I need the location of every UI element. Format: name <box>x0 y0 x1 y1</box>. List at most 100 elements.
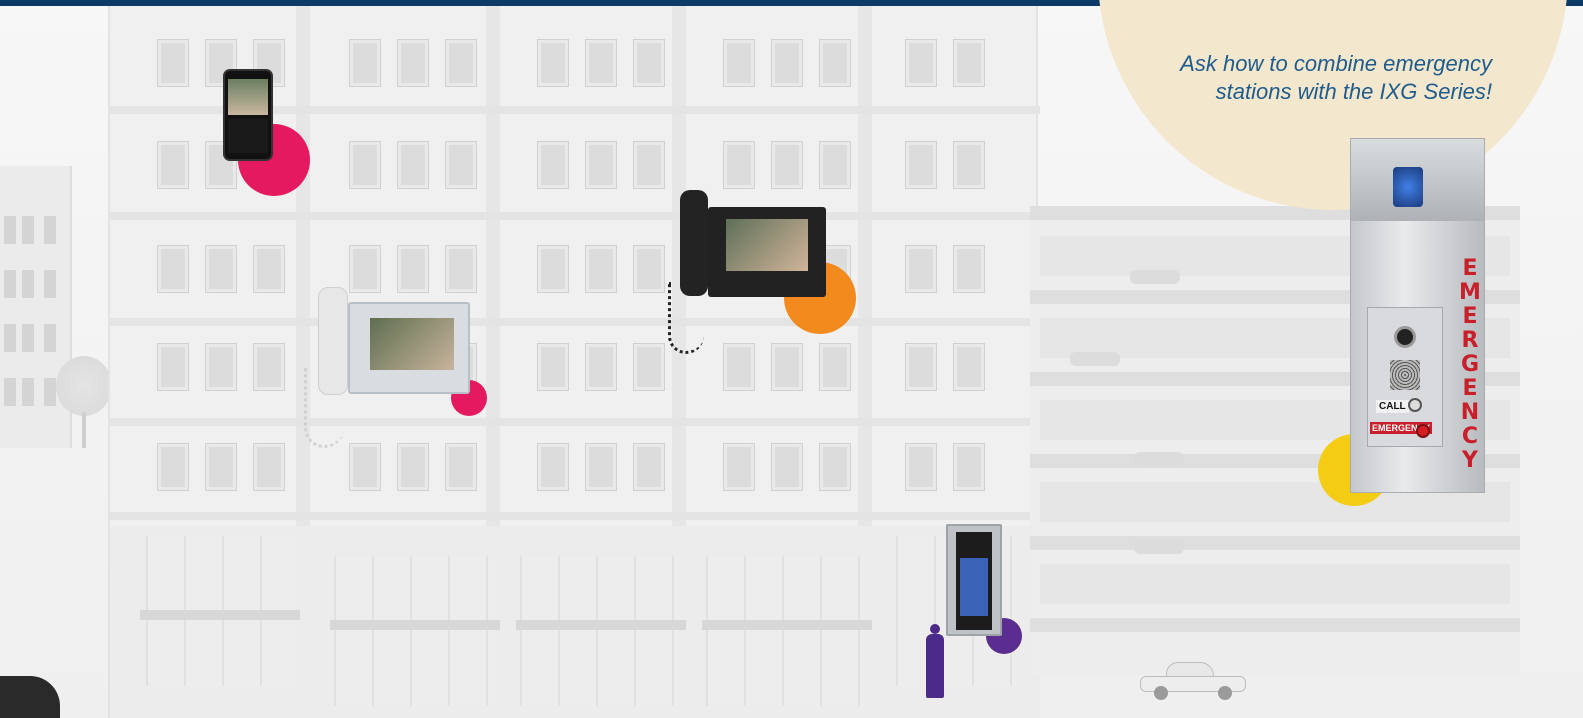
window <box>953 141 985 189</box>
promo-line-2: stations with the IXG Series! <box>1215 79 1492 104</box>
window <box>349 39 381 87</box>
window <box>819 443 851 491</box>
window <box>205 343 237 391</box>
window <box>537 245 569 293</box>
canopy <box>140 610 300 620</box>
phone-screen <box>228 79 268 115</box>
window <box>349 141 381 189</box>
window <box>22 378 34 406</box>
window <box>723 39 755 87</box>
window <box>349 443 381 491</box>
parked-car <box>1130 270 1180 284</box>
person-head <box>930 624 940 634</box>
window <box>537 343 569 391</box>
emergency-vertical-text: EMERGENCY <box>1459 256 1481 473</box>
handset-white <box>318 287 348 395</box>
car-wheel <box>1218 686 1232 700</box>
window <box>953 245 985 293</box>
window <box>771 343 803 391</box>
window <box>953 39 985 87</box>
window <box>585 443 617 491</box>
monitor-screen <box>726 219 808 271</box>
window <box>445 245 477 293</box>
window <box>157 141 189 189</box>
window <box>157 245 189 293</box>
floor-line <box>110 212 1040 220</box>
canopy <box>516 620 686 630</box>
emergency-button[interactable] <box>1416 424 1430 438</box>
window <box>633 245 665 293</box>
storefront <box>706 556 866 706</box>
window <box>819 141 851 189</box>
smartphone-app-icon[interactable] <box>223 69 273 161</box>
garage-opening <box>1040 564 1510 604</box>
tree <box>56 356 112 448</box>
window <box>819 343 851 391</box>
window <box>905 39 937 87</box>
storefront <box>520 556 680 706</box>
parked-car <box>1134 452 1184 466</box>
person-silhouette-icon <box>922 624 948 698</box>
emergency-station-panel: CALL EMERGENCY <box>1367 307 1443 447</box>
window <box>633 343 665 391</box>
window <box>349 245 381 293</box>
window <box>4 216 16 244</box>
garage-deck <box>1030 536 1520 550</box>
call-label: CALL <box>1376 400 1409 413</box>
car-wheel <box>1154 686 1168 700</box>
window <box>905 443 937 491</box>
video-monitor-white-icon[interactable] <box>348 302 470 394</box>
door-station-icon[interactable] <box>946 524 1002 636</box>
window <box>205 245 237 293</box>
window <box>253 343 285 391</box>
window <box>397 443 429 491</box>
window <box>723 141 755 189</box>
speaker-grill <box>1390 360 1420 390</box>
window <box>633 39 665 87</box>
window <box>585 245 617 293</box>
window <box>4 270 16 298</box>
window <box>253 443 285 491</box>
parked-car <box>1070 352 1120 366</box>
window <box>953 443 985 491</box>
window <box>157 443 189 491</box>
emergency-tower-icon[interactable]: CALL EMERGENCY EMERGENCY <box>1350 138 1485 493</box>
window <box>44 324 56 352</box>
car <box>1140 662 1246 700</box>
window <box>205 443 237 491</box>
window <box>445 141 477 189</box>
camera-icon <box>1394 326 1416 348</box>
window <box>585 39 617 87</box>
window <box>633 443 665 491</box>
window <box>905 245 937 293</box>
floor-line <box>110 318 1040 326</box>
window <box>157 343 189 391</box>
video-monitor-black-icon[interactable] <box>708 207 826 297</box>
storefront <box>334 556 494 706</box>
garage-deck <box>1030 618 1520 632</box>
promo-text: Ask how to combine emergency stations wi… <box>1110 50 1492 106</box>
window <box>585 141 617 189</box>
window <box>4 324 16 352</box>
ground-floor <box>110 526 1040 718</box>
window <box>22 270 34 298</box>
tree-trunk <box>82 412 86 448</box>
window <box>819 39 851 87</box>
floor-line <box>110 512 1040 520</box>
window <box>723 343 755 391</box>
window <box>905 343 937 391</box>
window <box>44 378 56 406</box>
window <box>4 378 16 406</box>
call-button[interactable] <box>1408 398 1422 412</box>
door-station-display <box>960 558 988 616</box>
phone-controls <box>228 119 268 153</box>
window <box>771 39 803 87</box>
person-body <box>926 634 944 698</box>
promo-line-1: Ask how to combine emergency <box>1180 51 1492 76</box>
window <box>44 270 56 298</box>
tower-hood <box>1351 139 1484 221</box>
window <box>22 324 34 352</box>
floor-line <box>110 418 1040 426</box>
window <box>585 343 617 391</box>
window <box>771 141 803 189</box>
